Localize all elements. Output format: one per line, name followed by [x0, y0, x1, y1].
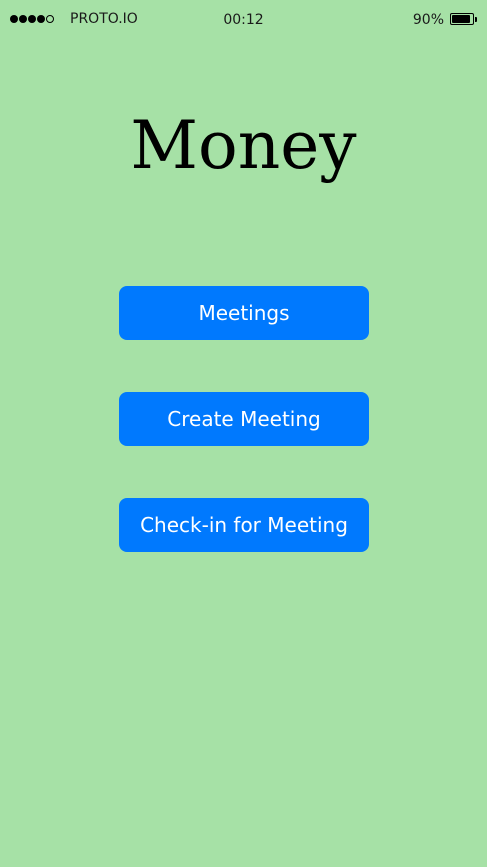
page-title: Money: [130, 107, 357, 184]
battery-tip: [475, 17, 477, 22]
create-meeting-button[interactable]: Create Meeting: [119, 392, 369, 446]
check-in-button[interactable]: Check-in for Meeting: [119, 498, 369, 552]
status-bar: PROTO.IO 00:12 90%: [0, 0, 487, 40]
battery-percentage: 90%: [412, 12, 444, 28]
meetings-button[interactable]: Meetings: [119, 286, 369, 340]
battery-icon: [450, 13, 474, 25]
battery-level: [452, 15, 470, 23]
